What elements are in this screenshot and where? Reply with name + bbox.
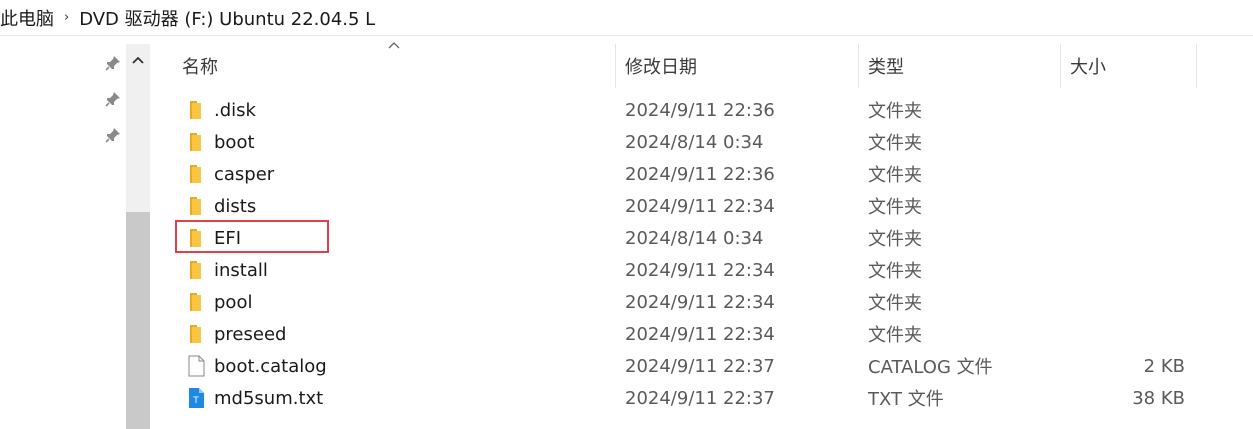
file-size <box>1070 94 1185 126</box>
svg-text:T: T <box>192 396 199 406</box>
chevron-right-icon[interactable]: › <box>64 10 69 25</box>
scroll-up-button[interactable] <box>126 44 150 76</box>
file-name: boot.catalog <box>214 355 327 377</box>
file-name: preseed <box>214 323 287 345</box>
file-date: 2024/9/11 22:34 <box>625 291 775 313</box>
file-type: 文件夹 <box>868 261 922 282</box>
file-date: 2024/9/11 22:34 <box>625 323 775 345</box>
column-divider[interactable] <box>858 44 859 88</box>
breadcrumb: 此电脑 › DVD 驱动器 (F:) Ubuntu 22.04.5 L <box>0 0 1253 36</box>
column-header-name[interactable]: 名称 <box>182 44 612 88</box>
file-name: casper <box>214 163 275 185</box>
column-divider[interactable] <box>615 44 616 88</box>
file-row-disk[interactable]: .disk 2024/9/11 22:36 文件夹 <box>150 94 1253 126</box>
breadcrumb-dvd-drive[interactable]: DVD 驱动器 (F:) Ubuntu 22.04.5 L <box>79 5 375 31</box>
text-file-icon: T <box>189 388 204 408</box>
file-date: 2024/9/11 22:34 <box>625 195 775 217</box>
column-header-date[interactable]: 修改日期 <box>625 44 855 88</box>
column-header-type[interactable]: 类型 <box>868 44 1058 88</box>
scrollbar-thumb[interactable] <box>126 212 150 429</box>
file-date: 2024/9/11 22:34 <box>625 259 775 281</box>
file-type: 文件夹 <box>868 229 922 250</box>
column-divider[interactable] <box>1196 44 1197 88</box>
file-size <box>1070 158 1185 190</box>
folder-icon <box>190 261 201 279</box>
file-name: pool <box>214 291 253 313</box>
file-type: 文件夹 <box>868 133 922 154</box>
file-name: install <box>214 259 268 281</box>
folder-icon <box>190 293 201 311</box>
blank-file-icon <box>188 355 205 377</box>
file-row-boot[interactable]: boot 2024/8/14 0:34 文件夹 <box>150 126 1253 158</box>
file-type: 文件夹 <box>868 325 922 346</box>
file-name: boot <box>214 131 255 153</box>
file-name: .disk <box>214 99 256 121</box>
file-type: 文件夹 <box>868 165 922 186</box>
file-size: 2 KB <box>1143 355 1185 377</box>
file-type: TXT 文件 <box>868 389 944 410</box>
file-date: 2024/9/11 22:37 <box>625 355 775 377</box>
file-type: 文件夹 <box>868 101 922 122</box>
folder-icon <box>190 101 201 119</box>
efi-highlight-annotation <box>175 220 329 253</box>
file-size <box>1070 126 1185 158</box>
file-size <box>1070 318 1185 350</box>
file-row-pool[interactable]: pool 2024/9/11 22:34 文件夹 <box>150 286 1253 318</box>
file-row-md5sum[interactable]: T md5sum.txt 2024/9/11 22:37 TXT 文件 38 K… <box>150 382 1253 414</box>
file-date: 2024/8/14 0:34 <box>625 131 764 153</box>
file-name: md5sum.txt <box>214 387 324 409</box>
file-size <box>1070 286 1185 318</box>
chevron-up-icon <box>132 56 144 64</box>
folder-icon <box>190 325 201 343</box>
file-type: CATALOG 文件 <box>868 357 993 378</box>
file-size <box>1070 254 1185 286</box>
file-date: 2024/9/11 22:36 <box>625 163 775 185</box>
file-list: .disk 2024/9/11 22:36 文件夹 boot 2024/8/14… <box>150 94 1253 414</box>
folder-icon <box>190 197 201 215</box>
file-size <box>1070 222 1185 254</box>
file-row-install[interactable]: install 2024/9/11 22:34 文件夹 <box>150 254 1253 286</box>
file-row-boot-catalog[interactable]: boot.catalog 2024/9/11 22:37 CATALOG 文件 … <box>150 350 1253 382</box>
pin-icon[interactable] <box>104 90 122 108</box>
pin-icon[interactable] <box>104 54 122 72</box>
file-type: 文件夹 <box>868 197 922 218</box>
file-row-casper[interactable]: casper 2024/9/11 22:36 文件夹 <box>150 158 1253 190</box>
pin-icon[interactable] <box>104 126 122 144</box>
file-date: 2024/9/11 22:36 <box>625 99 775 121</box>
column-header-size[interactable]: 大小 <box>1070 44 1190 88</box>
file-date: 2024/9/11 22:37 <box>625 387 775 409</box>
file-size <box>1070 190 1185 222</box>
breadcrumb-this-pc[interactable]: 此电脑 <box>0 5 54 31</box>
column-divider[interactable] <box>1060 44 1061 88</box>
file-size: 38 KB <box>1132 387 1185 409</box>
file-type: 文件夹 <box>868 293 922 314</box>
column-header-bar: 名称 修改日期 类型 大小 <box>150 44 1253 88</box>
file-row-dists[interactable]: dists 2024/9/11 22:34 文件夹 <box>150 190 1253 222</box>
folder-icon <box>190 133 201 151</box>
file-date: 2024/8/14 0:34 <box>625 227 764 249</box>
file-name: dists <box>214 195 257 217</box>
folder-icon <box>190 165 201 183</box>
file-row-preseed[interactable]: preseed 2024/9/11 22:34 文件夹 <box>150 318 1253 350</box>
